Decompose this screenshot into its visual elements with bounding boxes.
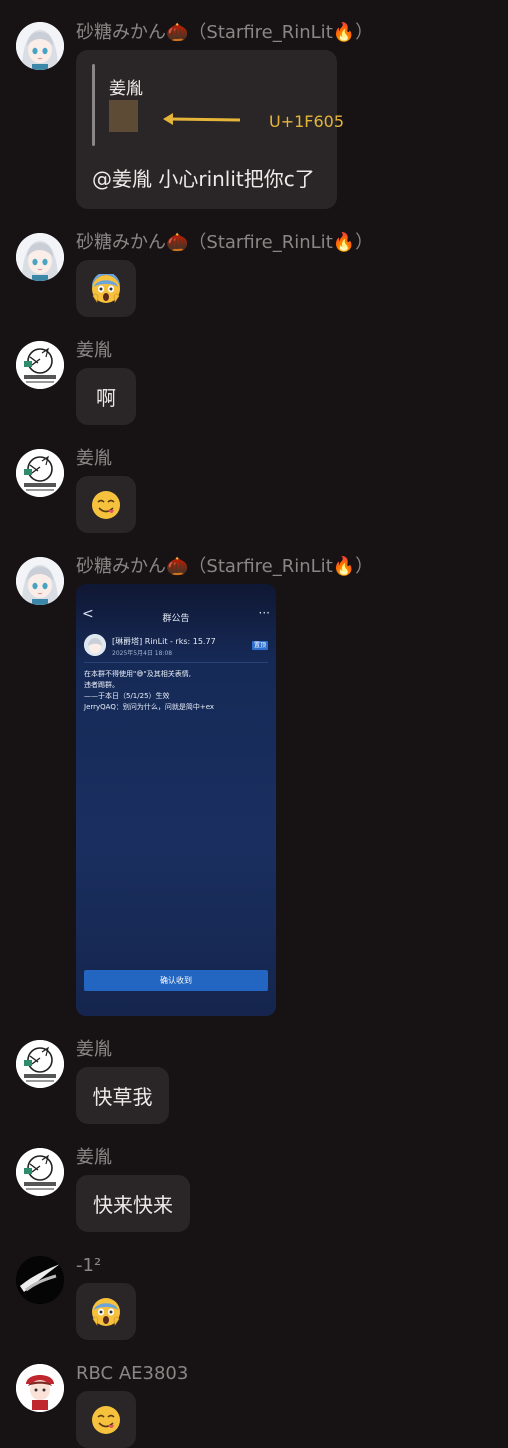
message-text: 啊 [96,386,116,410]
quoted-author: 姜胤 [109,79,143,99]
avatar[interactable] [16,341,64,389]
avatar[interactable] [16,233,64,281]
announcement-line: 违者踢群。 [84,681,119,689]
message-bubble[interactable] [76,476,136,533]
avatar[interactable] [16,449,64,497]
avatar[interactable] [16,1364,64,1412]
poster-name: [琳爵塔] RinLit - rks: 15.77 [112,637,216,646]
anime-girl-avatar-icon [16,233,64,281]
confirm-button: 确认收到 [84,970,268,991]
message-text: @姜胤 小心rinlit把你c了 [92,167,315,191]
sender-name: -1² [76,1255,102,1276]
message-bubble[interactable] [76,1391,136,1448]
unicode-annotation: U+1F605 [269,112,345,131]
avatar[interactable] [16,1148,64,1196]
sender-name: 姜胤 [76,340,112,361]
message-bubble[interactable]: 快来快来 [76,1175,190,1232]
announcement-line: 在本群不得使用"😅"及其相关表情, [84,670,191,678]
avatar[interactable] [16,1256,64,1304]
pinned-badge: 置顶 [252,641,268,650]
post-date: 2025年5月4日 18:08 [112,650,173,657]
screaming-face-icon [92,273,120,303]
red-hat-character-avatar-icon [16,1364,64,1412]
announcement-line: JerryQAQ：别问为什么，问就是简中+ex [84,703,215,711]
sketch-character-avatar-icon [16,341,64,389]
yum-face-icon [92,1405,120,1434]
divider [84,662,268,663]
anime-girl-avatar-icon [16,557,64,605]
announcement-title: 群公告 [162,614,190,624]
sketch-character-avatar-icon [16,449,64,497]
sender-name: 姜胤 [76,1147,112,1168]
more-icon: ··· [258,606,270,620]
image-attachment[interactable]: < 群公告 ··· [琳爵塔] RinLit - rks: 15.77 2025… [76,584,276,1016]
sender-name: 砂糖みかん🌰（Starfire_RinLit🔥） [76,556,374,577]
light-streak-avatar-icon [16,1256,64,1304]
message-text: 快草我 [92,1085,153,1109]
sender-name: 砂糖みかん🌰（Starfire_RinLit🔥） [76,22,374,43]
sender-name: 姜胤 [76,1039,112,1060]
sender-name: RBC AE3803 [76,1363,189,1384]
yum-face-icon [92,490,120,519]
arrow-left-icon [163,113,241,125]
message-bubble[interactable]: 姜胤 U+1F605 @姜胤 小心rinlit把你c了 [76,50,344,209]
quoted-image-thumbnail[interactable] [109,100,138,132]
message-bubble[interactable]: 啊 [76,368,136,425]
message-bubble[interactable] [76,1283,136,1340]
message-text: 快来快来 [93,1193,173,1217]
sender-name: 姜胤 [76,448,112,469]
poster-avatar [84,634,106,656]
sender-name: 砂糖みかん🌰（Starfire_RinLit🔥） [76,232,374,253]
avatar[interactable] [16,22,64,70]
quote-bar [92,64,95,146]
anime-girl-avatar-icon [84,634,106,656]
anime-girl-avatar-icon [16,22,64,70]
sketch-character-avatar-icon [16,1148,64,1196]
message-bubble[interactable] [76,260,136,317]
avatar[interactable] [16,557,64,605]
sketch-character-avatar-icon [16,1040,64,1088]
avatar[interactable] [16,1040,64,1088]
message-bubble[interactable]: 快草我 [76,1067,169,1124]
screaming-face-icon [92,1297,120,1326]
announcement-line: ——于本日（5/1/25）生效 [84,692,170,700]
